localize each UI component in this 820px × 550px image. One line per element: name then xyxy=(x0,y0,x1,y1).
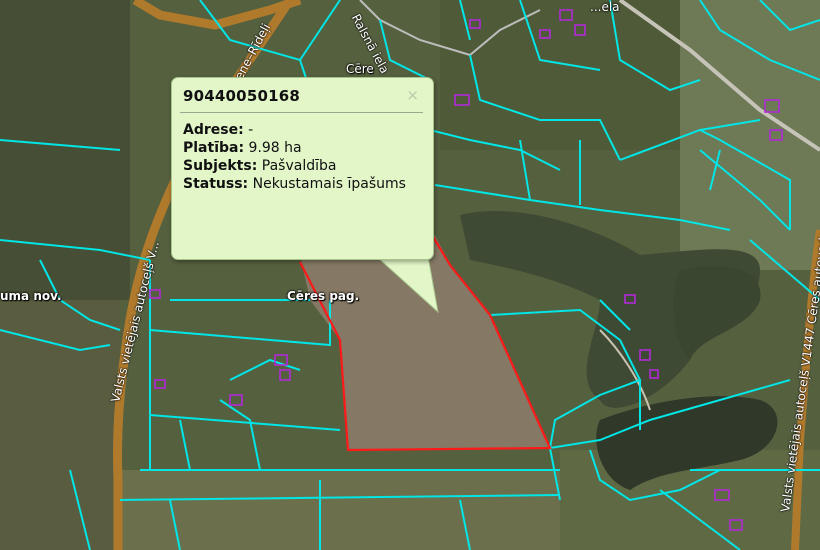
area-label: Platība: xyxy=(183,140,245,156)
area-value: 9.98 ha xyxy=(248,140,302,156)
subject-value: Pašvaldība xyxy=(261,158,337,174)
close-icon[interactable]: × xyxy=(406,88,419,103)
field-south xyxy=(120,470,580,550)
parcel-id-title: 90440050168 xyxy=(183,87,301,105)
status-label: Statuss: xyxy=(183,176,249,192)
parcel-info-popup: 90440050168 × Adrese: - Platība: 9.98 ha… xyxy=(171,77,434,260)
place-label-cere: Cēre xyxy=(346,62,374,76)
row-status: Statuss: Nekustamais īpašums xyxy=(183,175,423,193)
status-value: Nekustamais īpašums xyxy=(252,176,406,192)
popup-divider xyxy=(180,112,423,113)
popup-details: Adrese: - Platība: 9.98 ha Subjekts: Paš… xyxy=(183,121,423,193)
place-label-ceres-pag: Cēres pag. xyxy=(287,289,360,303)
row-subject: Subjekts: Pašvaldība xyxy=(183,157,423,175)
road-label-top-right: ...ela xyxy=(590,0,620,14)
row-area: Platība: 9.98 ha xyxy=(183,139,423,157)
field-sw xyxy=(0,300,120,550)
subject-label: Subjekts: xyxy=(183,158,258,174)
address-label: Adrese: xyxy=(183,122,244,138)
row-address: Adrese: - xyxy=(183,121,423,139)
place-label-uma-nov: uma nov. xyxy=(0,289,62,303)
address-value: - xyxy=(248,122,254,138)
